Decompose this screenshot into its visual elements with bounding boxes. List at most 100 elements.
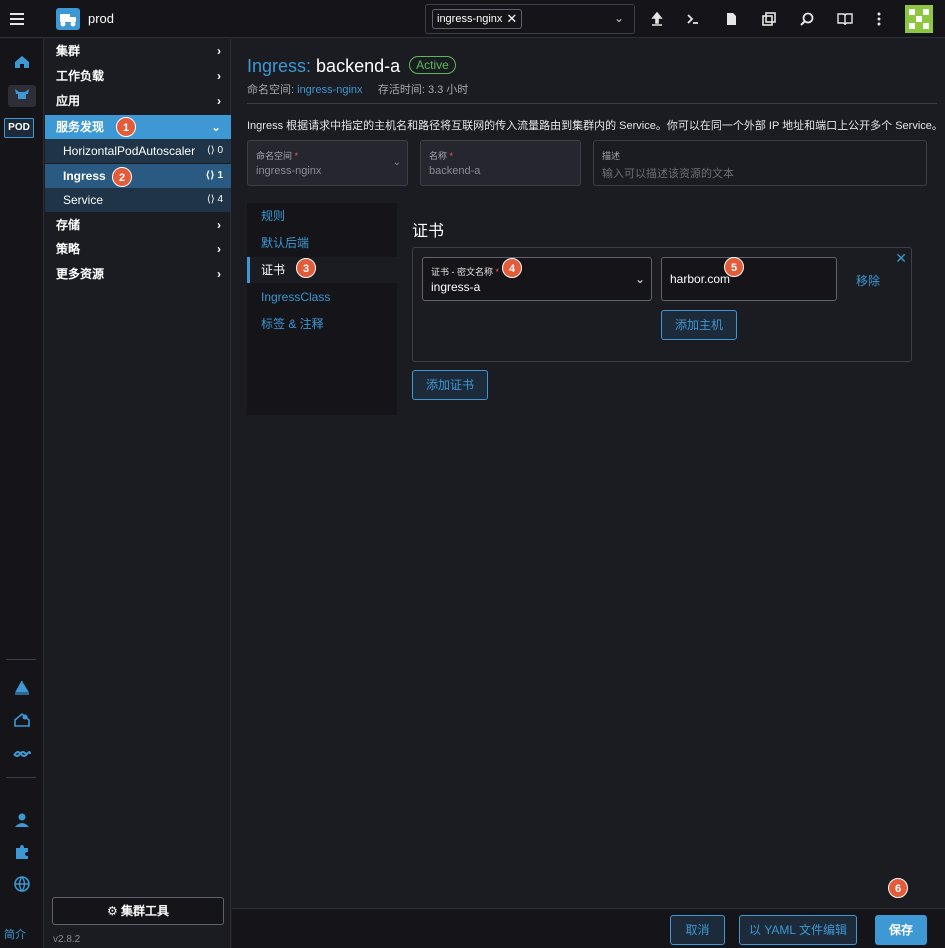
namespace-label: 命名空间: [247,84,295,96]
left-rail: POD 简介 [0,39,44,948]
copy-icon[interactable] [760,10,778,28]
upload-icon[interactable] [648,10,666,28]
nav-item-label: Ingress [63,169,106,183]
nav-group-label: 策略 [56,242,81,256]
gear-icon: ⚙ [106,904,118,918]
nav-item-label: HorizontalPodAutoscaler [63,144,196,158]
resource-name: backend-a [316,56,401,76]
version-label: v2.8.2 [53,934,81,945]
save-button[interactable]: 保存 [875,915,927,945]
chevron-right-icon: › [217,267,221,281]
tab-ingress-class[interactable]: IngressClass [247,284,397,310]
fleet-sail-icon[interactable] [8,679,36,701]
remove-host-link[interactable]: 移除 [856,272,880,289]
add-host-button[interactable]: 添加主机 [661,310,737,340]
chevron-down-icon[interactable]: ⌄ [614,11,624,25]
nav-group-label: 更多资源 [56,267,105,281]
user-icon[interactable] [8,811,36,833]
tab-certificates[interactable]: 证书 [247,257,397,283]
chevron-right-icon: › [217,69,221,83]
edit-yaml-button[interactable]: 以 YAML 文件编辑 [739,915,857,945]
nav-item-service[interactable]: Service ⟨⟩ 4 [45,188,231,212]
namespace-filter[interactable]: ingress-nginx ✕ ⌄ [425,4,635,34]
field-label: 名称 [429,151,448,161]
tab-default-backend[interactable]: 默认后端 [247,230,397,256]
nav-item-count: ⟨⟩ 4 [206,194,223,205]
header-divider [247,103,937,104]
rail-divider [6,659,36,660]
nav-group-more-resources[interactable]: 更多资源 › [45,262,231,286]
shell-icon[interactable] [684,10,702,28]
namespace-field: 命名空间 * ingress-nginx ⌄ [247,140,408,186]
footer-bar: 取消 以 YAML 文件编辑 保存 [232,908,945,948]
nav-group-label: 存储 [56,218,81,232]
secret-name-select[interactable]: 证书 - 密文名称 * ingress-a ⌄ [422,257,652,301]
description-field[interactable]: 描述 输入可以描述该资源的文本 [593,140,927,186]
resource-meta: 命名空间: ingress-nginx 存活时间: 3.3 小时 [247,81,468,97]
chevron-down-icon: ⌄ [210,120,221,134]
pod-cluster-button[interactable]: POD [4,118,34,138]
cluster-name: prod [88,11,115,26]
certificate-entry: ✕ 证书 - 密文名称 * ingress-a ⌄ harbor.com 移除 … [412,247,912,362]
close-icon[interactable]: ✕ [895,250,907,267]
age-label: 存活时间: 3.3 小时 [377,84,469,96]
top-bar: prod ingress-nginx ✕ ⌄ [0,0,945,38]
field-placeholder: 输入可以描述该资源的文本 [602,168,734,180]
nav-group-cluster[interactable]: 集群 › [45,39,231,63]
nav-group-workloads[interactable]: 工作负载 › [45,64,231,88]
rope-icon[interactable] [8,745,36,767]
side-tabs: 规则 默认后端 证书 IngressClass 标签 & 注释 [247,203,397,415]
hamburger-menu-icon[interactable] [8,9,28,29]
resource-description: Ingress 根据请求中指定的主机名和路径将互联网的传入流量路由到集群内的 S… [247,120,943,132]
nav-group-apps[interactable]: 应用 › [45,89,231,113]
step-marker-6: 6 [888,878,908,898]
add-certificate-button[interactable]: 添加证书 [412,370,488,400]
nav-group-label: 应用 [56,94,81,108]
more-vertical-icon[interactable] [870,10,888,28]
panel-title: 证书 [412,223,445,240]
status-badge: Active [409,56,456,74]
certificates-panel: 证书 ✕ 证书 - 密文名称 * ingress-a ⌄ harbor.com … [397,203,927,415]
extensions-house-icon[interactable] [8,711,36,733]
namespace-link[interactable]: ingress-nginx [297,84,362,96]
cluster-tools-label: 集群工具 [121,904,170,918]
step-marker-1: 1 [116,117,136,137]
chevron-right-icon: › [217,44,221,58]
nav-group-policy[interactable]: 策略 › [45,237,231,261]
page-title: Ingress: backend-a Active [247,56,456,77]
field-value: ingress-nginx [256,165,322,177]
file-icon[interactable] [722,10,740,28]
tab-rules[interactable]: 规则 [247,203,397,229]
host-input[interactable]: harbor.com [661,257,837,301]
side-nav: 集群 › 工作负载 › 应用 › 服务发现 ⌄ HorizontalPodAutosca… [45,39,231,948]
nav-group-service-discovery[interactable]: 服务发现 ⌄ [45,115,231,139]
nav-item-count: ⟨⟩ 1 [205,170,223,181]
resource-kind: Ingress: [247,56,312,76]
chevron-right-icon: › [217,218,221,232]
search-icon[interactable] [798,10,816,28]
puzzle-icon[interactable] [8,843,36,865]
field-label: 描述 [602,151,621,161]
name-field: 名称 * backend-a [420,140,581,186]
chevron-down-icon: ⌄ [634,272,645,286]
nav-item-ingress[interactable]: Ingress ⟨⟩ 1 [45,164,231,188]
step-marker-3: 3 [296,258,316,278]
field-label: 命名空间 [256,151,293,161]
step-marker-4: 4 [502,258,522,278]
tab-labels-annotations[interactable]: 标签 & 注释 [247,311,397,337]
namespace-chip[interactable]: ingress-nginx ✕ [432,9,523,29]
cattle-icon[interactable] [8,85,36,107]
field-value: backend-a [429,165,481,177]
close-icon[interactable]: ✕ [506,10,517,28]
about-link[interactable]: 简介 [4,926,26,942]
cluster-tools-button[interactable]: ⚙ 集群工具 [52,897,224,925]
home-icon[interactable] [8,53,36,75]
avatar[interactable] [905,5,933,33]
nav-group-storage[interactable]: 存储 › [45,213,231,237]
nav-item-hpa[interactable]: HorizontalPodAutoscaler ⟨⟩ 0 [45,139,231,163]
book-icon[interactable] [836,10,854,28]
chevron-down-icon: ⌄ [392,157,401,168]
step-marker-5: 5 [724,257,744,277]
cancel-button[interactable]: 取消 [670,915,725,945]
globe-icon[interactable] [8,875,36,897]
